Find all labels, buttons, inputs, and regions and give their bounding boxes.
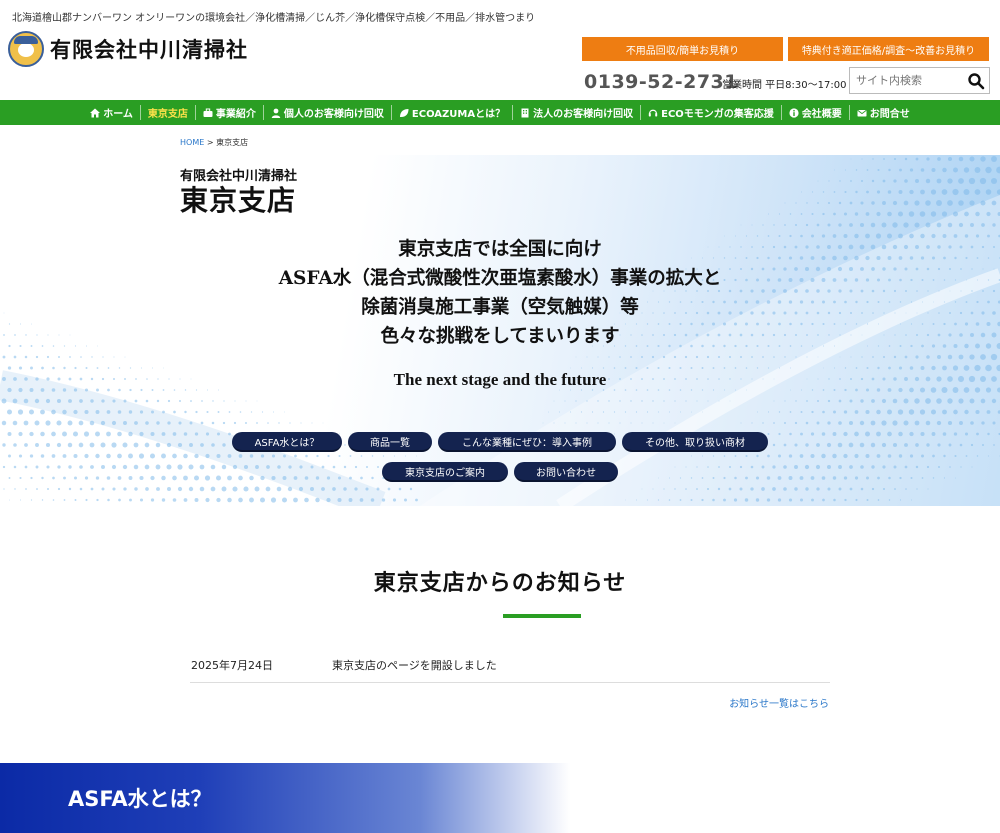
- nav-label: 法人のお客様向け回収: [533, 109, 634, 120]
- nav-business[interactable]: 事業紹介: [194, 105, 263, 120]
- briefcase-icon: [203, 108, 213, 117]
- search-icon[interactable]: [967, 72, 985, 90]
- nav-personal-collection[interactable]: 個人のお客様向け回収: [262, 105, 391, 120]
- mail-icon: [857, 109, 867, 116]
- nav-home[interactable]: ホーム: [83, 105, 140, 120]
- asfa-section-header: ASFA水とは？: [0, 763, 1000, 833]
- news-section-title: 東京支店からのお知らせ: [373, 571, 627, 596]
- product-list-button[interactable]: 商品一覧: [348, 432, 432, 452]
- site-tagline: 北海道檜山郡ナンバーワン オンリーワンの環境会社／浄化槽清掃／じん芥／浄化槽保守…: [12, 13, 536, 24]
- case-study-button[interactable]: こんな業種にぜひ：導入事例: [438, 432, 616, 452]
- mascot-logo-icon: [8, 31, 44, 67]
- home-icon: [90, 108, 101, 117]
- nav-label: ECOAZUMAとは？: [411, 109, 506, 120]
- news-item[interactable]: 2025年7月24日 東京支店のページを開設しました: [190, 647, 830, 683]
- nav-corporate-collection[interactable]: 法人のお客様向け回収: [512, 105, 640, 120]
- leaf-icon: [399, 108, 409, 117]
- headset-icon: [648, 109, 658, 116]
- search-input[interactable]: [850, 74, 962, 87]
- nav-company-profile[interactable]: 会社概要: [780, 105, 849, 120]
- news-text: 東京支店のページを開設しました: [332, 658, 497, 672]
- info-icon: [789, 107, 799, 118]
- asfa-about-button[interactable]: ASFA水とは？: [232, 432, 342, 452]
- news-date: 2025年7月24日: [191, 658, 273, 672]
- other-products-button[interactable]: その他、取り扱い商材: [622, 432, 768, 452]
- building-icon: [521, 108, 529, 117]
- user-icon: [271, 108, 281, 118]
- news-list-link[interactable]: お知らせ一覧はこちら: [729, 695, 829, 710]
- title-underline: [503, 614, 581, 618]
- nav-label: お問合せ: [869, 109, 910, 120]
- nav-tokyo-branch[interactable]: 東京支店: [139, 105, 195, 120]
- nav-eco-momonga[interactable]: ECOモモンガの集客応援: [640, 105, 781, 120]
- hero-line: ASFA水（混合式微酸性次亜塩素酸水）事業の拡大と: [278, 268, 722, 289]
- site-search: [849, 67, 990, 94]
- hero-section: 有限会社中川清掃社 東京支店 東京支店では全国に向け ASFA水（混合式微酸性次…: [0, 155, 1000, 506]
- branch-title: 東京支店: [180, 184, 297, 217]
- nav-label: 東京支店: [147, 109, 188, 120]
- branch-info-button[interactable]: 東京支店のご案内: [382, 462, 508, 482]
- breadcrumb-current: 東京支店: [216, 138, 249, 147]
- nav-label: 個人のお客様向け回収: [283, 109, 384, 120]
- estimate-button[interactable]: 不用品回収/簡単お見積り: [582, 37, 783, 61]
- nav-label: ECOモモンガの集客応援: [661, 109, 774, 120]
- hero-button-group: ASFA水とは？ 商品一覧 こんな業種にぜひ：導入事例 その他、取り扱い商材 東…: [0, 432, 1000, 487]
- breadcrumb-home-link[interactable]: HOME: [180, 138, 204, 147]
- nav-label: ホーム: [103, 109, 133, 120]
- company-name: 有限会社中川清掃社: [50, 38, 248, 62]
- hero-line: 除菌消臭施工事業（空気触媒）等: [361, 297, 639, 318]
- contact-button[interactable]: お問い合わせ: [514, 462, 618, 482]
- hero-line: 色々な挑戦をしてまいります: [380, 326, 620, 347]
- company-logo[interactable]: 有限会社中川清掃社: [8, 31, 248, 67]
- phone-number[interactable]: 0139-52-2731: [584, 71, 738, 93]
- asfa-section-title: ASFA水とは？: [68, 787, 212, 811]
- hero-message: 東京支店では全国に向け ASFA水（混合式微酸性次亜塩素酸水）事業の拡大と 除菌…: [0, 235, 1000, 351]
- breadcrumb: HOME > 東京支店: [180, 137, 248, 148]
- hero-line: 東京支店では全国に向け: [398, 239, 602, 260]
- nav-label: 会社概要: [801, 109, 842, 120]
- breadcrumb-separator: >: [206, 138, 214, 147]
- special-estimate-button[interactable]: 特典付き適正価格/調査〜改善お見積り: [788, 37, 989, 61]
- nav-ecoazuma[interactable]: ECOAZUMAとは？: [390, 105, 512, 120]
- hero-subtitle: The next stage and the future: [393, 370, 607, 389]
- nav-contact[interactable]: お問合せ: [848, 105, 917, 120]
- nav-label: 事業紹介: [215, 109, 256, 120]
- business-hours: 営業時間 平日8:30〜17:00: [722, 80, 847, 91]
- global-nav: ホーム 東京支店 事業紹介 個人のお客様向け回収 ECOAZUMAとは？ 法人の…: [0, 100, 1000, 125]
